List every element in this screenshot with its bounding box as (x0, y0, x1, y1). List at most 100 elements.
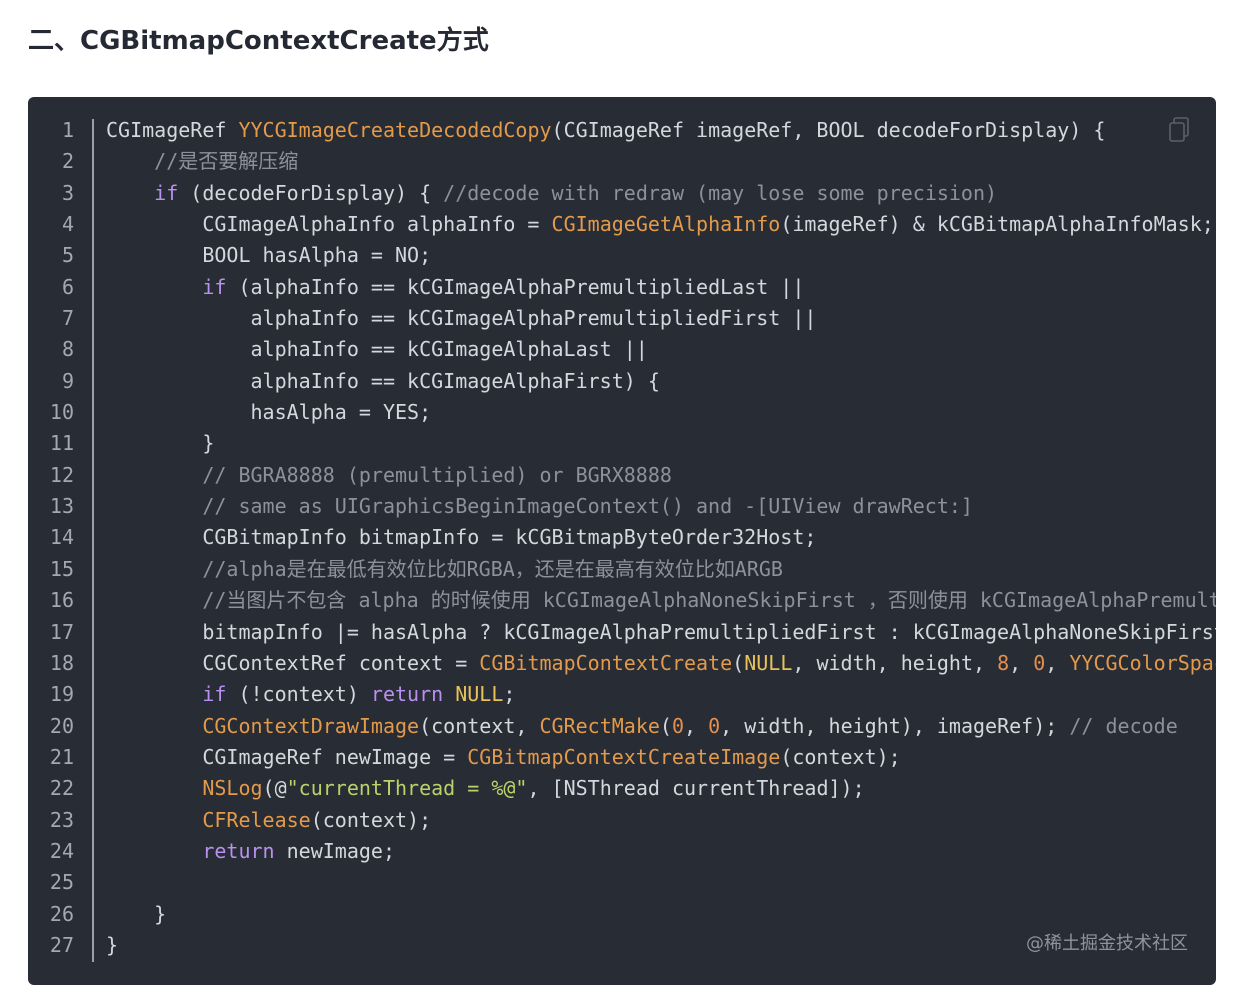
line-number: 26 (49, 901, 74, 926)
line-number: 25 (49, 870, 74, 895)
code-line: } (106, 428, 1216, 459)
code-token: CGBitmapContextCreateImage (467, 744, 781, 769)
code-line: CFRelease(context); (106, 805, 1216, 836)
code-token: if (202, 682, 227, 707)
code-token: (decodeForDisplay) { (178, 180, 444, 205)
code-line: } (106, 899, 1216, 930)
code-token: 0 (671, 713, 685, 738)
line-number: 10 (49, 400, 74, 425)
code-line: NSLog(@"currentThread = %@", [NSThread c… (106, 773, 1216, 804)
code-line: CGImageRef YYCGImageCreateDecodedCopy(CG… (106, 115, 1216, 146)
code-token: } (106, 932, 119, 957)
code-token: CFRelease (202, 807, 311, 832)
code-token: CGImageRef (106, 118, 239, 142)
code-token: //alpha是在最低有效位比如RGBA，还是在最高有效位比如ARGB (202, 556, 783, 581)
code-line: hasAlpha = YES; (106, 397, 1216, 428)
line-number: 6 (61, 274, 74, 299)
line-number: 1 (61, 118, 74, 142)
code-token: CGBitmapInfo bitmapInfo = kCGBitmapByteO… (106, 525, 817, 550)
code-token: CGImageGetAlphaInfo (551, 212, 781, 237)
code-token: , [NSThread currentThread]); (527, 776, 865, 801)
code-token: , (1009, 650, 1034, 675)
code-line: CGImageRef newImage = CGBitmapContextCre… (106, 742, 1216, 773)
code-token: BOOL hasAlpha = NO; (106, 243, 432, 268)
code-token: } (106, 431, 215, 456)
code-token: hasAlpha = YES; (106, 400, 432, 425)
code-token: CGImageRef newImage = (106, 744, 468, 769)
line-number: 3 (61, 180, 74, 205)
code-token: CGContextDrawImage (202, 713, 420, 738)
line-number: 21 (49, 744, 74, 769)
line-number: 19 (49, 682, 74, 707)
line-number: 24 (49, 838, 74, 863)
gutter-divider (92, 119, 94, 962)
code-token: newImage; (274, 838, 395, 863)
code-block: 1 2 3 4 5 6 7 8 9 10 11 12 13 14 15 16 17 18 19 20 21 22 23 24 2… (28, 97, 1216, 985)
code-token: // BGRA8888 (premultiplied) or BGRX8888 (202, 462, 672, 487)
line-number: 14 (49, 525, 74, 550)
code-token: // same as UIGraphicsBeginImageContext()… (202, 494, 973, 519)
code-token: NSLog (202, 776, 263, 801)
code-token: alphaInfo == kCGImageAlphaLast || (106, 337, 648, 362)
code-token: if (154, 180, 179, 205)
code-token: , width, height), imageRef); (720, 713, 1070, 738)
code-token: bitmapInfo |= hasAlpha ? kCGImageAlphaPr… (106, 619, 1216, 644)
line-number: 16 (49, 588, 74, 613)
line-number: 12 (49, 462, 74, 487)
line-number: 18 (49, 650, 74, 675)
code-line: if (!context) return NULL; (106, 679, 1216, 710)
code-token: (context); (310, 807, 432, 832)
line-number: 9 (61, 368, 74, 393)
code-line: BOOL hasAlpha = NO; (106, 240, 1216, 271)
code-token: ( (732, 650, 745, 675)
copy-icon[interactable] (1168, 117, 1190, 143)
code-token: //当图片不包含 alpha 的时候使用 kCGImageAlphaNoneSk… (202, 588, 1216, 613)
code-content[interactable]: CGImageRef YYCGImageCreateDecodedCopy(CG… (106, 115, 1216, 961)
code-token: return (202, 838, 275, 863)
code-token: //decode with redraw (may lose some prec… (443, 180, 998, 205)
line-number-gutter: 1 2 3 4 5 6 7 8 9 10 11 12 13 14 15 16 17 18 19 20 21 22 23 24 2… (28, 115, 106, 961)
code-token: // decode (1069, 713, 1178, 738)
code-token: if (202, 274, 227, 299)
code-token: CGRectMake (539, 713, 660, 738)
code-token: } (106, 901, 167, 926)
code-token: 0 (1033, 650, 1046, 675)
code-line: bitmapInfo |= hasAlpha ? kCGImageAlphaPr… (106, 617, 1216, 648)
code-token: "currentThread = %@" (286, 776, 528, 801)
code-token: (@ (262, 776, 287, 801)
code-token: (context); (780, 744, 901, 769)
code-line: if (alphaInfo == kCGImageAlphaPremultipl… (106, 272, 1216, 303)
code-line: //当图片不包含 alpha 的时候使用 kCGImageAlphaNoneSk… (106, 585, 1216, 616)
code-token: ( (659, 713, 672, 738)
code-line: // same as UIGraphicsBeginImageContext()… (106, 491, 1216, 522)
code-token: , (1045, 650, 1070, 675)
code-token: , (684, 713, 709, 738)
code-token: 0 (708, 713, 721, 738)
code-line: return newImage; (106, 836, 1216, 867)
code-token: (alphaInfo == kCGImageAlphaPremultiplied… (226, 274, 805, 299)
code-line: CGBitmapInfo bitmapInfo = kCGBitmapByteO… (106, 522, 1216, 553)
code-token: CGContextRef context = (106, 650, 480, 675)
line-number: 22 (49, 776, 74, 801)
code-line: if (decodeForDisplay) { //decode with re… (106, 178, 1216, 209)
line-number: 23 (49, 807, 74, 832)
code-token: YYCGColorSpaceGetDeviceRGB (1069, 650, 1216, 675)
line-number: 2 (61, 149, 74, 174)
code-token: YYCGImageCreateDecodedCopy (238, 118, 552, 142)
code-token: alphaInfo == kCGImageAlphaFirst) { (106, 368, 660, 393)
code-token: (context, (419, 713, 540, 738)
code-token: , width, height, (792, 650, 998, 675)
